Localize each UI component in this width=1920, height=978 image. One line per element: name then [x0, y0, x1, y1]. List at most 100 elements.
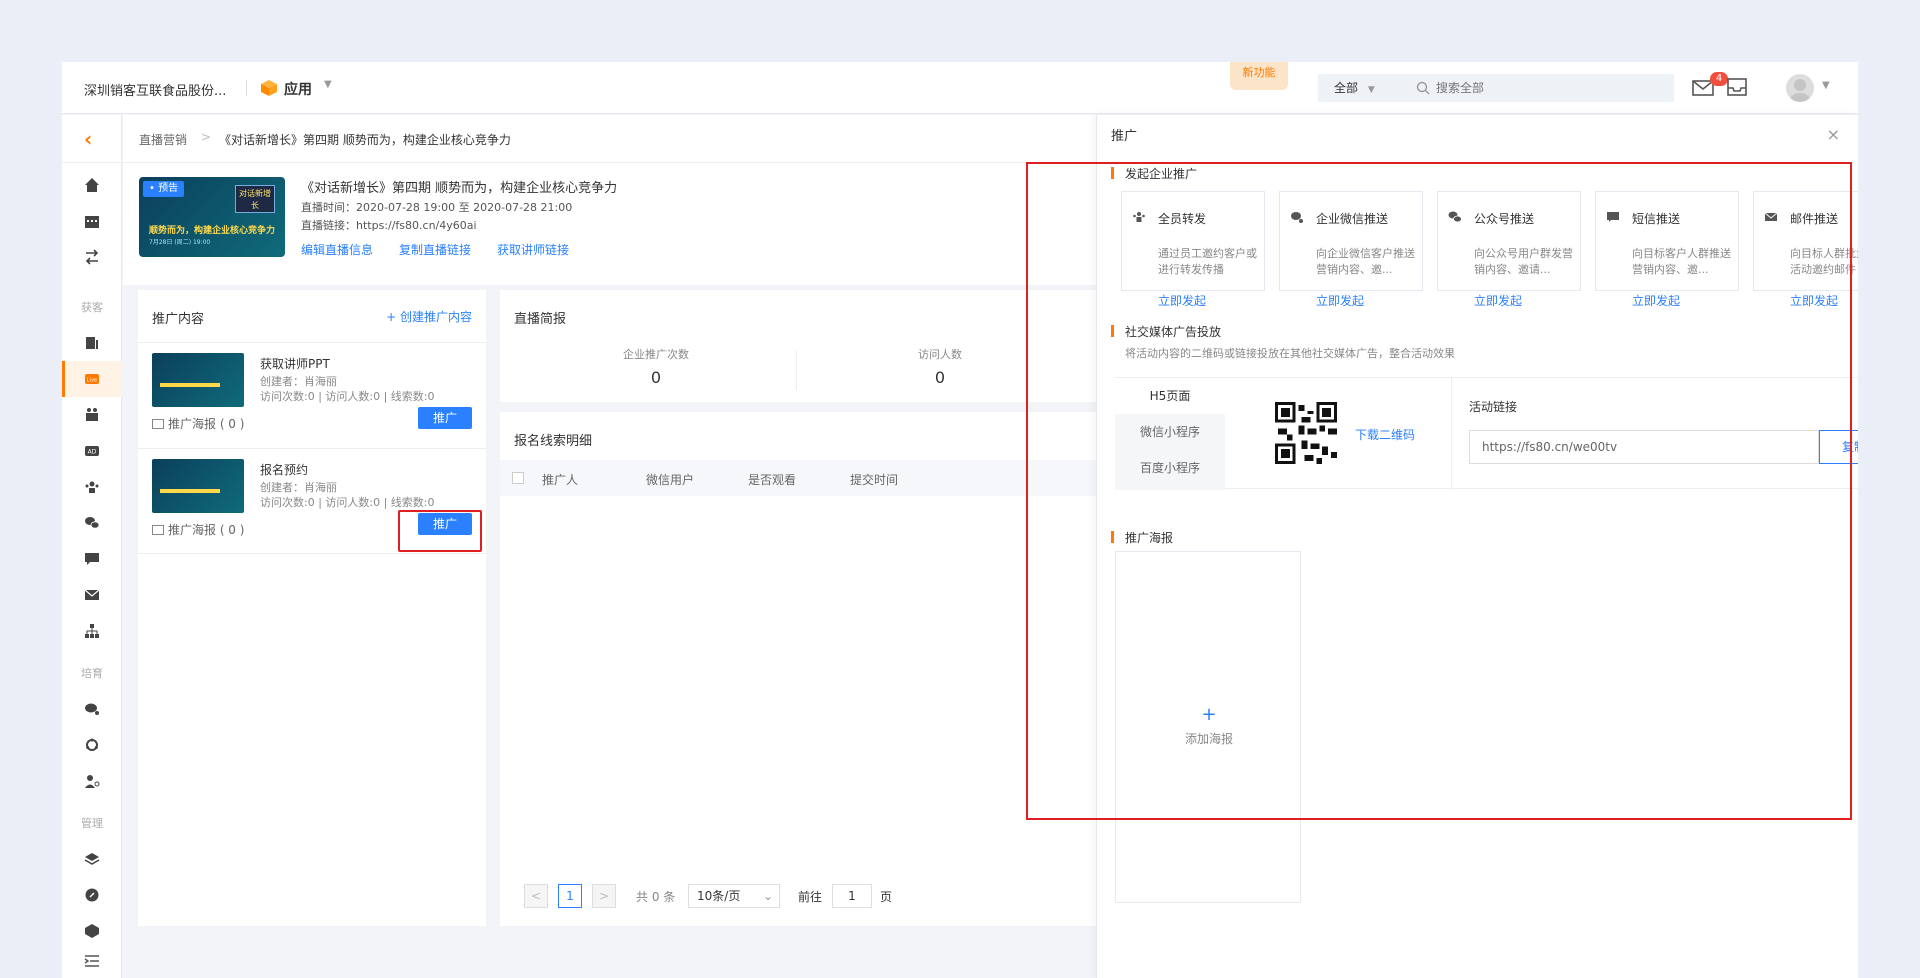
- promo-item-name[interactable]: 报名预约: [260, 461, 308, 478]
- column-header[interactable]: 微信用户: [646, 471, 694, 488]
- page-size-select[interactable]: 10条/页 ⌄: [688, 884, 780, 908]
- settings-icon: [85, 924, 99, 938]
- breadcrumb: 直播营销 > 《对话新增长》第四期 顺势而为，构建企业核心竞争力: [123, 115, 1097, 163]
- nav-wechat[interactable]: [62, 505, 122, 541]
- cover-badge: 对话新增长: [235, 185, 275, 213]
- chevron-down-icon[interactable]: ▼: [324, 79, 332, 90]
- promo-content-title: 推广内容: [152, 312, 205, 327]
- nav-calendar[interactable]: [62, 203, 122, 239]
- nav-org[interactable]: [62, 613, 122, 649]
- nav-user-link[interactable]: [62, 763, 122, 799]
- nav-flow[interactable]: [62, 239, 122, 275]
- close-icon[interactable]: ×: [1827, 125, 1840, 144]
- nav-document[interactable]: [62, 325, 122, 361]
- left-nav: ‹ 获客 Live AD 培育 管理: [62, 115, 122, 978]
- nav-group-label: 培育: [81, 667, 103, 680]
- nav-team[interactable]: [62, 469, 122, 505]
- back-button[interactable]: ‹: [62, 115, 122, 163]
- metric-promo-count: 企业推广次数 0: [516, 346, 796, 387]
- breadcrumb-current: 《对话新增长》第四期 顺势而为，构建企业核心竞争力: [219, 133, 511, 147]
- cover-subline: 7月28日 (周二) 19:00: [149, 239, 211, 246]
- page-number[interactable]: 1: [558, 884, 582, 908]
- get-lecturer-link[interactable]: 获取讲师链接: [497, 241, 569, 258]
- team-icon: [85, 481, 99, 493]
- live-cover-image: • 预告 对话新增长 顺势而为，构建企业核心竞争力 7月28日 (周二) 19:…: [139, 177, 285, 257]
- promo-poster-label: 推广海报 ( 0 ): [168, 523, 245, 537]
- nav-home[interactable]: [62, 167, 122, 203]
- nav-live[interactable]: Live: [62, 361, 122, 397]
- nav-layers[interactable]: [62, 841, 122, 877]
- nav-group-label: 管理: [81, 817, 103, 830]
- total-count: 共 0 条: [636, 890, 676, 904]
- divider: [796, 350, 797, 390]
- search-scope-label: 全部: [1334, 81, 1359, 95]
- new-feature-badge[interactable]: 新功能: [1230, 62, 1288, 90]
- link-icon: [85, 888, 99, 902]
- chevron-left-icon: ‹: [84, 127, 93, 151]
- leads-title: 报名线索明细: [514, 434, 593, 449]
- live-title: 《对话新增长》第四期 顺势而为，构建企业核心竞争力: [301, 181, 618, 196]
- nav-sms[interactable]: [62, 541, 122, 577]
- nav-ad[interactable]: AD: [62, 433, 122, 469]
- nav-group-label: 获客: [81, 301, 103, 314]
- goto-page-input[interactable]: 1: [832, 884, 872, 908]
- highlight-box: [398, 510, 482, 552]
- create-promo-content-button[interactable]: + 创建推广内容: [386, 308, 472, 325]
- menu-collapse-icon: [84, 955, 99, 967]
- metric-label: 企业推广次数: [623, 348, 689, 361]
- metric-value: 0: [650, 368, 662, 387]
- nav-collapse[interactable]: [62, 943, 122, 978]
- promo-item-name[interactable]: 获取讲师PPT: [260, 355, 330, 372]
- select-all-checkbox[interactable]: [512, 472, 524, 484]
- search-icon: [1416, 81, 1430, 95]
- leads-panel: 报名线索明细 推广人 微信用户 是否观看 提交时间 < 1 > 共 0 条 10…: [500, 412, 1097, 926]
- company-name[interactable]: 深圳销客互联食品股份...: [84, 80, 226, 99]
- goto-label: 前往: [798, 890, 823, 904]
- preview-tag: • 预告: [143, 181, 185, 197]
- promo-item-creator: 创建者：肖海丽: [260, 481, 337, 494]
- promo-item-stats: 访问次数:0 | 访问人数:0 | 线索数:0: [260, 496, 435, 509]
- table-header: 推广人 微信用户 是否观看 提交时间: [500, 460, 1097, 496]
- nav-event[interactable]: [62, 397, 122, 433]
- live-actions: 编辑直播信息 复制直播链接 获取讲师链接: [301, 241, 569, 258]
- live-report-title: 直播简报: [514, 312, 567, 327]
- calendar-icon: [85, 216, 99, 228]
- promo-item-stats: 访问次数:0 | 访问人数:0 | 线索数:0: [260, 390, 435, 403]
- promo-poster-count[interactable]: 推广海报 ( 0 ): [152, 521, 244, 538]
- promote-button[interactable]: 推广: [418, 407, 472, 429]
- column-header[interactable]: 推广人: [542, 471, 578, 488]
- live-header: • 预告 对话新增长 顺势而为，构建企业核心竞争力 7月28日 (周二) 19:…: [123, 163, 1097, 285]
- app-menu[interactable]: 应用: [284, 79, 312, 99]
- edit-live-info-link[interactable]: 编辑直播信息: [301, 241, 373, 258]
- column-header[interactable]: 提交时间: [850, 471, 898, 488]
- page-size-label: 10条/页: [697, 889, 741, 903]
- user-link-icon: [85, 775, 100, 788]
- svg-text:Live: Live: [87, 378, 97, 384]
- image-icon: [152, 419, 164, 429]
- chevron-down-icon[interactable]: ▼: [1822, 80, 1830, 91]
- live-link: 直播链接：https://fs80.cn/4y60ai: [301, 219, 477, 232]
- breadcrumb-parent[interactable]: 直播营销: [139, 131, 187, 148]
- cycle-icon: [86, 738, 98, 751]
- nav-chat[interactable]: [62, 691, 122, 727]
- search-input[interactable]: [1436, 74, 1656, 102]
- search-scope-select[interactable]: 全部 ▼: [1318, 74, 1408, 102]
- cover-headline: 顺势而为，构建企业核心竞争力: [149, 226, 276, 236]
- flow-icon: [85, 249, 99, 265]
- user-avatar-icon: [1790, 79, 1810, 102]
- copy-live-link[interactable]: 复制直播链接: [399, 241, 471, 258]
- next-page-button[interactable]: >: [592, 884, 616, 908]
- promo-content-panel: 推广内容 + 创建推广内容 获取讲师PPT 创建者：肖海丽 访问次数:0 | 访…: [138, 290, 486, 926]
- nav-cycle[interactable]: [62, 727, 122, 763]
- chat-icon: [85, 703, 99, 715]
- org-chart-icon: [85, 624, 99, 638]
- list-item: 获取讲师PPT 创建者：肖海丽 访问次数:0 | 访问人数:0 | 线索数:0 …: [138, 342, 486, 448]
- avatar[interactable]: [1786, 74, 1814, 102]
- inbox-icon[interactable]: [1726, 76, 1748, 98]
- promo-poster-count[interactable]: 推广海报 ( 0 ): [152, 415, 244, 432]
- prev-page-button[interactable]: <: [524, 884, 548, 908]
- column-header[interactable]: 是否观看: [748, 471, 796, 488]
- nav-link[interactable]: [62, 877, 122, 913]
- nav-mail[interactable]: [62, 577, 122, 613]
- drawer-title: 推广: [1111, 129, 1138, 144]
